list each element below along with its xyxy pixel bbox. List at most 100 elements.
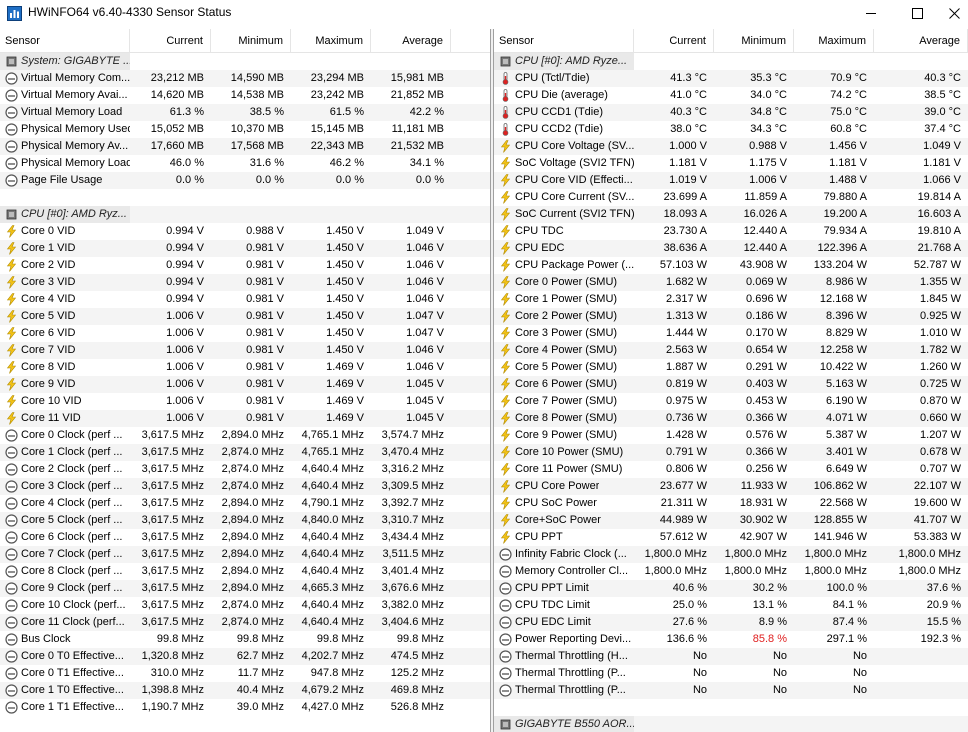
sensor-row[interactable]: Page File Usage 0.0 % 0.0 % 0.0 % 0.0 % [0, 172, 490, 189]
column-average[interactable]: Average [874, 29, 968, 52]
sensor-row[interactable]: CPU (Tctl/Tdie) 41.3 °C 35.3 °C 70.9 °C 40.3… [494, 70, 968, 87]
sensor-row[interactable]: CPU Core VID (Effecti... 1.019 V 1.006 V 1.… [494, 172, 968, 189]
sensor-row[interactable]: Core 3 VID 0.994 V 0.981 V 1.450 V 1.046 V [0, 274, 490, 291]
sensor-row[interactable]: CPU CCD1 (Tdie) 40.3 °C 34.8 °C 75.0 °C 39.0… [494, 104, 968, 121]
sensor-row[interactable]: Core 2 Clock (perf ... 3,617.5 MHz 2,874.0… [0, 461, 490, 478]
sensor-row[interactable]: SoC Current (SVI2 TFN) 18.093 A 16.026 A 19… [494, 206, 968, 223]
close-button[interactable] [940, 0, 968, 27]
sensor-group-header[interactable]: CPU [#0]: AMD Ryz... [0, 206, 490, 223]
sensor-row[interactable]: Thermal Throttling (P... No No No [494, 682, 968, 699]
sensor-row[interactable]: Core 6 VID 1.006 V 0.981 V 1.450 V 1.047 V [0, 325, 490, 342]
sensor-pane-right[interactable]: Sensor Current Minimum Maximum Average C… [494, 29, 968, 732]
sensor-row[interactable]: Core 1 T0 Effective... 1,398.8 MHz 40.4 MH… [0, 682, 490, 699]
sensor-row[interactable]: CPU PPT Limit 40.6 % 30.2 % 100.0 % 37.6 % [494, 580, 968, 597]
sensor-name-cell: CPU Die (average) [494, 87, 634, 104]
sensor-row[interactable]: Core 0 Clock (perf ... 3,617.5 MHz 2,894.0… [0, 427, 490, 444]
current-value: 0.975 W [666, 395, 707, 407]
column-current[interactable]: Current [130, 29, 211, 52]
sensor-row[interactable]: Core 1 Power (SMU) 2.317 W 0.696 W 12.168 W… [494, 291, 968, 308]
sensor-group-header[interactable]: GIGABYTE B550 AOR... [494, 716, 968, 732]
bolt-icon [499, 446, 512, 459]
sensor-row[interactable]: Physical Memory Load 46.0 % 31.6 % 46.2 % 34… [0, 155, 490, 172]
maximize-button[interactable] [894, 0, 940, 27]
sensor-row[interactable]: Physical Memory Used 15,052 MB 10,370 MB 15… [0, 121, 490, 138]
sensor-row[interactable]: Infinity Fabric Clock (... 1,800.0 MHz 1,8… [494, 546, 968, 563]
sensor-row[interactable]: Core 7 VID 1.006 V 0.981 V 1.450 V 1.046 V [0, 342, 490, 359]
sensor-row[interactable]: Core 5 Clock (perf ... 3,617.5 MHz 2,894.0… [0, 512, 490, 529]
sensor-row[interactable]: Core 0 T1 Effective... 310.0 MHz 11.7 MHz 9… [0, 665, 490, 682]
sensor-row[interactable]: CPU CCD2 (Tdie) 38.0 °C 34.3 °C 60.8 °C 37.4… [494, 121, 968, 138]
sensor-pane-left[interactable]: Sensor Current Minimum Maximum Average S… [0, 29, 490, 732]
sensor-row[interactable]: Power Reporting Devi... 136.6 % 85.8 % 297.… [494, 631, 968, 648]
sensor-row[interactable]: CPU PPT 57.612 W 42.907 W 141.946 W 53.383 W [494, 529, 968, 546]
sensor-row[interactable]: Core 10 VID 1.006 V 0.981 V 1.469 V 1.045 V [0, 393, 490, 410]
sensor-row[interactable]: Core 4 VID 0.994 V 0.981 V 1.450 V 1.046 V [0, 291, 490, 308]
sensor-row[interactable]: CPU Core Voltage (SV... 1.000 V 0.988 V 1.4… [494, 138, 968, 155]
sensor-row[interactable]: Core 8 VID 1.006 V 0.981 V 1.469 V 1.046 V [0, 359, 490, 376]
maximum-value: 4,765.1 MHz [301, 429, 364, 441]
sensor-row[interactable]: CPU Core Current (SV... 23.699 A 11.859 A 7… [494, 189, 968, 206]
column-minimum[interactable]: Minimum [714, 29, 794, 52]
average-value: 3,434.4 MHz [381, 531, 444, 543]
column-sensor[interactable]: Sensor [0, 29, 130, 52]
sensor-row[interactable]: CPU SoC Power 21.311 W 18.931 W 22.568 W 19.… [494, 495, 968, 512]
sensor-row[interactable]: Core 8 Power (SMU) 0.736 W 0.366 W 4.071 W 0… [494, 410, 968, 427]
column-average[interactable]: Average [371, 29, 451, 52]
sensor-row[interactable]: Thermal Throttling (P... No No No [494, 665, 968, 682]
sensor-row[interactable]: Core 9 Clock (perf ... 3,617.5 MHz 2,894.0… [0, 580, 490, 597]
sensor-row[interactable]: Core 10 Power (SMU) 0.791 W 0.366 W 3.401 W… [494, 444, 968, 461]
sensor-row[interactable]: Core 7 Power (SMU) 0.975 W 0.453 W 6.190 W 0… [494, 393, 968, 410]
sensor-row[interactable]: Core 0 T0 Effective... 1,320.8 MHz 62.7 MH… [0, 648, 490, 665]
sensor-row[interactable]: Core 5 VID 1.006 V 0.981 V 1.450 V 1.047 V [0, 308, 490, 325]
column-maximum[interactable]: Maximum [291, 29, 371, 52]
sensor-row[interactable]: Core 11 Clock (perf... 3,617.5 MHz 2,874.0… [0, 614, 490, 631]
sensor-row[interactable]: Memory Controller Cl... 1,800.0 MHz 1,800.… [494, 563, 968, 580]
sensor-row[interactable]: Core 3 Power (SMU) 1.444 W 0.170 W 8.829 W 1… [494, 325, 968, 342]
sensor-row[interactable]: Core 8 Clock (perf ... 3,617.5 MHz 2,894.0… [0, 563, 490, 580]
sensor-row[interactable]: Core 2 Power (SMU) 1.313 W 0.186 W 8.396 W 0… [494, 308, 968, 325]
sensor-row[interactable]: Core 9 Power (SMU) 1.428 W 0.576 W 5.387 W 1… [494, 427, 968, 444]
sensor-row[interactable]: Core+SoC Power 44.989 W 30.902 W 128.855 W 4… [494, 512, 968, 529]
sensor-row[interactable]: Physical Memory Av... 17,660 MB 17,568 MB 2… [0, 138, 490, 155]
sensor-row[interactable]: CPU Core Power 23.677 W 11.933 W 106.862 W 2… [494, 478, 968, 495]
sensor-row[interactable]: Thermal Throttling (H... No No No [494, 648, 968, 665]
sensor-row[interactable]: Core 7 Clock (perf ... 3,617.5 MHz 2,894.0… [0, 546, 490, 563]
current-value: 1.428 W [666, 429, 707, 441]
sensor-row[interactable]: CPU EDC 38.636 A 12.440 A 122.396 A 21.768 A [494, 240, 968, 257]
sensor-row[interactable]: Core 11 VID 1.006 V 0.981 V 1.469 V 1.045 V [0, 410, 490, 427]
sensor-row[interactable]: Core 2 VID 0.994 V 0.981 V 1.450 V 1.046 V [0, 257, 490, 274]
sensor-row[interactable]: Core 1 Clock (perf ... 3,617.5 MHz 2,874.0… [0, 444, 490, 461]
sensor-row[interactable]: Virtual Memory Com... 23,212 MB 14,590 MB 2… [0, 70, 490, 87]
sensor-row[interactable]: Core 1 T1 Effective... 1,190.7 MHz 39.0 MH… [0, 699, 490, 716]
sensor-row[interactable]: CPU Die (average) 41.0 °C 34.0 °C 74.2 °C 38… [494, 87, 968, 104]
column-minimum[interactable]: Minimum [211, 29, 291, 52]
sensor-row[interactable]: CPU EDC Limit 27.6 % 8.9 % 87.4 % 15.5 % [494, 614, 968, 631]
sensor-row[interactable]: Core 10 Clock (perf... 3,617.5 MHz 2,874.0… [0, 597, 490, 614]
current-value: 3,617.5 MHz [141, 548, 204, 560]
sensor-row[interactable]: CPU Package Power (... 57.103 W 43.908 W 13… [494, 257, 968, 274]
sensor-row[interactable]: Core 0 VID 0.994 V 0.988 V 1.450 V 1.049 V [0, 223, 490, 240]
sensor-row[interactable]: Core 3 Clock (perf ... 3,617.5 MHz 2,874.0… [0, 478, 490, 495]
sensor-row[interactable]: Core 6 Clock (perf ... 3,617.5 MHz 2,894.0… [0, 529, 490, 546]
sensor-row[interactable]: Core 11 Power (SMU) 0.806 W 0.256 W 6.649 W… [494, 461, 968, 478]
sensor-row[interactable]: Virtual Memory Avai... 14,620 MB 14,538 MB… [0, 87, 490, 104]
sensor-row[interactable]: Virtual Memory Load 61.3 % 38.5 % 61.5 % 42.… [0, 104, 490, 121]
column-sensor[interactable]: Sensor [494, 29, 634, 52]
sensor-row[interactable]: Core 0 Power (SMU) 1.682 W 0.069 W 8.986 W 1… [494, 274, 968, 291]
sensor-row[interactable]: Core 5 Power (SMU) 1.887 W 0.291 W 10.422 W… [494, 359, 968, 376]
sensor-row[interactable]: Bus Clock 99.8 MHz 99.8 MHz 99.8 MHz 99.8 MH… [0, 631, 490, 648]
sensor-group-header[interactable]: System: GIGABYTE ... [0, 53, 490, 70]
sensor-row[interactable]: Core 4 Power (SMU) 2.563 W 0.654 W 12.258 W… [494, 342, 968, 359]
sensor-row[interactable]: Core 4 Clock (perf ... 3,617.5 MHz 2,894.0… [0, 495, 490, 512]
minimum-value: 12.440 A [743, 242, 787, 254]
sensor-row[interactable]: SoC Voltage (SVI2 TFN) 1.181 V 1.175 V 1.18… [494, 155, 968, 172]
sensor-row[interactable]: CPU TDC Limit 25.0 % 13.1 % 84.1 % 20.9 % [494, 597, 968, 614]
sensor-row[interactable]: CPU TDC 23.730 A 12.440 A 79.934 A 19.810 A [494, 223, 968, 240]
column-current[interactable]: Current [634, 29, 714, 52]
sensor-row[interactable]: Core 9 VID 1.006 V 0.981 V 1.469 V 1.045 V [0, 376, 490, 393]
sensor-row[interactable]: Core 1 VID 0.994 V 0.981 V 1.450 V 1.046 V [0, 240, 490, 257]
minimize-button[interactable] [848, 0, 894, 27]
column-maximum[interactable]: Maximum [794, 29, 874, 52]
sensor-group-header[interactable]: CPU [#0]: AMD Ryze... [494, 53, 968, 70]
sensor-row[interactable]: Core 6 Power (SMU) 0.819 W 0.403 W 5.163 W 0… [494, 376, 968, 393]
